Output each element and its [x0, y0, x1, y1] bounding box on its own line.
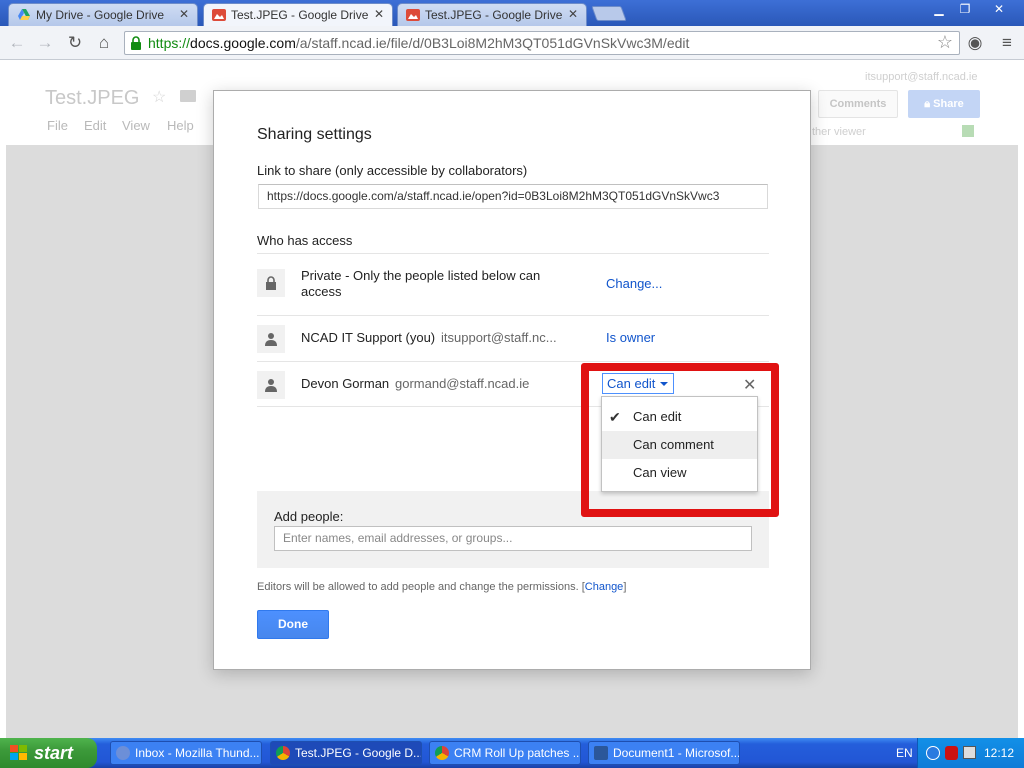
- task-chrome-crm[interactable]: CRM Roll Up patches ...: [429, 741, 581, 765]
- star-icon[interactable]: ☆: [152, 87, 166, 107]
- person-icon: [257, 371, 285, 399]
- home-icon[interactable]: ⌂: [93, 32, 115, 54]
- start-button[interactable]: start: [0, 738, 97, 768]
- share-link-field[interactable]: https://docs.google.com/a/staff.ncad.ie/…: [258, 184, 768, 209]
- menu-icon[interactable]: ≡: [996, 32, 1018, 54]
- task-word[interactable]: Document1 - Microsof...: [588, 741, 740, 765]
- share-label: Share: [933, 98, 964, 110]
- who-has-access-label: Who has access: [257, 233, 353, 248]
- menu-view[interactable]: View: [122, 118, 150, 133]
- share-button[interactable]: 🔒︎ Share: [908, 90, 980, 118]
- clock: 12:12: [984, 746, 1015, 760]
- menu-help[interactable]: Help: [167, 118, 194, 133]
- google-drive-icon: [18, 9, 30, 20]
- url-host: docs.google.com: [190, 35, 296, 51]
- link-label: Link to share (only accessible by collab…: [257, 163, 528, 178]
- viewer-text: ther viewer: [812, 126, 866, 138]
- thunderbird-icon: [116, 746, 130, 760]
- close-window-icon[interactable]: ✕: [986, 2, 1012, 18]
- doc-title: Test.JPEG: [45, 87, 140, 109]
- task-label: CRM Roll Up patches ...: [454, 746, 581, 760]
- comments-button[interactable]: Comments: [818, 90, 898, 118]
- owner-name: NCAD IT Support (you): [301, 330, 436, 345]
- language-indicator[interactable]: EN: [896, 738, 913, 768]
- tab-test-jpeg[interactable]: Test.JPEG - Google Drive ✕: [397, 3, 587, 26]
- address-bar[interactable]: https://docs.google.com/a/staff.ncad.ie/…: [124, 31, 960, 55]
- secure-lock-icon: [131, 36, 141, 50]
- windows-logo-icon: [10, 745, 27, 760]
- close-icon[interactable]: ✕: [568, 7, 578, 21]
- close-icon[interactable]: ✕: [179, 7, 189, 21]
- viewer-avatar: [962, 125, 974, 137]
- folder-icon[interactable]: [180, 90, 196, 102]
- browser-tab-strip: My Drive - Google Drive ✕ Test.JPEG - Go…: [0, 0, 1024, 27]
- task-chrome-drive[interactable]: Test.JPEG - Google D...: [270, 741, 422, 765]
- forward-icon[interactable]: →: [34, 32, 56, 54]
- chrome-icon: [435, 746, 449, 760]
- windows-taskbar: start Inbox - Mozilla Thund... Test.JPEG…: [0, 738, 1024, 768]
- access-row-owner: NCAD IT Support (you) itsupport@staff.nc…: [257, 315, 769, 361]
- security-shield-icon[interactable]: [945, 746, 958, 760]
- eye-extension-icon[interactable]: ◉: [964, 32, 986, 54]
- close-icon[interactable]: ✕: [374, 7, 384, 21]
- lock-icon: [257, 269, 285, 297]
- collaborator-email: gormand@staff.ncad.ie: [395, 376, 530, 391]
- task-label: Test.JPEG - Google D...: [295, 746, 422, 760]
- reload-icon[interactable]: ↻: [64, 32, 86, 54]
- bookmark-star-icon[interactable]: ☆: [937, 32, 953, 53]
- start-label: start: [34, 743, 74, 763]
- menu-file[interactable]: File: [47, 118, 68, 133]
- system-tray: EN 12:12: [896, 738, 1024, 768]
- network-icon[interactable]: [926, 746, 940, 760]
- url-path: /a/staff.ncad.ie/file/d/0B3Loi8M2hM3QT05…: [295, 35, 690, 51]
- tab-my-drive[interactable]: My Drive - Google Drive ✕: [8, 3, 198, 26]
- private-description: Private - Only the people listed below c…: [301, 268, 541, 299]
- account-email[interactable]: itsupport@staff.ncad.ie: [865, 71, 977, 83]
- word-icon: [594, 746, 608, 760]
- note-text: Editors will be allowed to add people an…: [257, 581, 585, 593]
- tab-title: Test.JPEG - Google Drive: [425, 8, 563, 22]
- is-owner-label: Is owner: [606, 330, 656, 345]
- add-people-input[interactable]: Enter names, email addresses, or groups.…: [274, 526, 752, 551]
- access-row-private: Private - Only the people listed below c…: [257, 253, 769, 315]
- tab-test-jpeg-active[interactable]: Test.JPEG - Google Drive ✕: [203, 3, 393, 27]
- change-visibility-link[interactable]: Change...: [606, 276, 662, 291]
- image-file-icon: [406, 9, 420, 21]
- lock-icon: 🔒︎: [924, 98, 931, 110]
- done-button[interactable]: Done: [257, 610, 329, 639]
- url-scheme: https://: [148, 35, 191, 51]
- back-icon[interactable]: ←: [6, 32, 28, 54]
- chrome-icon: [276, 746, 290, 760]
- owner-email: itsupport@staff.nc...: [441, 330, 557, 345]
- note-end: ]: [623, 581, 627, 593]
- collaborator-name: Devon Gorman: [301, 376, 390, 391]
- menu-edit[interactable]: Edit: [84, 118, 106, 133]
- change-permissions-link[interactable]: Change: [585, 581, 624, 593]
- minimize-icon[interactable]: ▁: [926, 2, 952, 18]
- task-label: Inbox - Mozilla Thund...: [135, 746, 260, 760]
- new-tab-button[interactable]: [591, 6, 627, 21]
- tab-title: Test.JPEG - Google Drive: [231, 8, 369, 22]
- restore-icon[interactable]: ❐: [952, 2, 978, 18]
- add-people-label: Add people:: [274, 509, 344, 524]
- tab-title: My Drive - Google Drive: [36, 8, 165, 22]
- image-file-icon: [212, 9, 226, 21]
- task-thunderbird[interactable]: Inbox - Mozilla Thund...: [110, 741, 262, 765]
- person-icon: [257, 325, 285, 353]
- url-text: https://docs.google.com/a/staff.ncad.ie/…: [148, 35, 689, 51]
- task-label: Document1 - Microsof...: [613, 746, 740, 760]
- editors-note: Editors will be allowed to add people an…: [257, 581, 626, 593]
- highlight-annotation-box: [581, 363, 779, 517]
- tray-app-icon[interactable]: [963, 746, 976, 759]
- dialog-title: Sharing settings: [257, 126, 372, 143]
